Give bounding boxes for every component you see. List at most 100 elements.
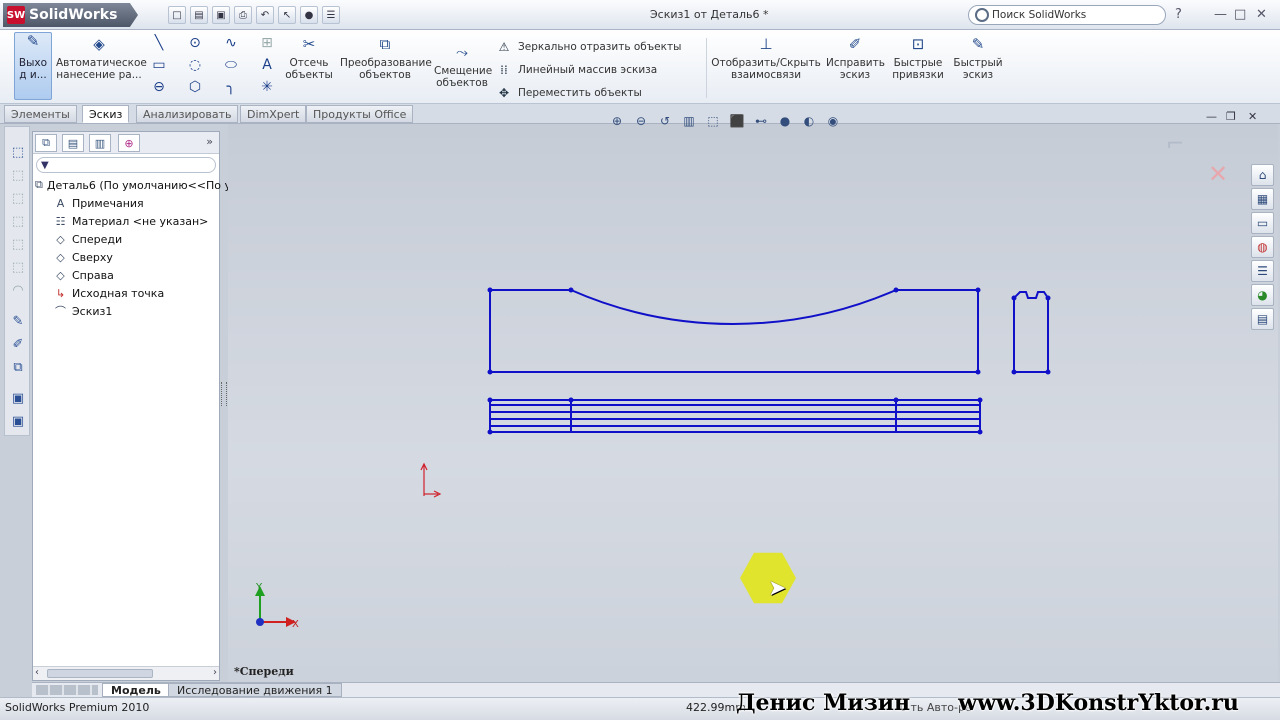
appearances-icon[interactable]: ◕ [1251,284,1274,306]
tab-motion-study[interactable]: Исследование движения 1 [168,683,342,697]
options-icon[interactable]: ☰ [322,6,340,24]
configuration-tab-icon[interactable]: ▥ [89,134,111,152]
sketch-tool-icon[interactable]: ✎ [9,312,27,330]
tab-dimxpert[interactable]: DimXpert [240,105,307,123]
repair-sketch-button[interactable]: ✐ Исправить эскиз [826,32,885,82]
tree-filter-input[interactable]: ▼ [36,157,216,173]
search-results-icon[interactable]: ◍ [1251,236,1274,258]
dimxpert-tab-icon[interactable]: ⊕ [118,134,140,152]
front-view-icon[interactable]: ⬚ [9,166,27,184]
move-entities-button[interactable]: ✥ Переместить объекты [496,81,681,104]
feature-tool-icon[interactable]: ⧉ [9,358,27,376]
viewport-minimize-icon[interactable]: — [1206,110,1217,123]
tree-item-top-plane[interactable]: ◇ Сверху [33,248,219,266]
normal-view-icon[interactable]: ⬚ [9,258,27,276]
tab-evaluate[interactable]: Анализировать [136,105,239,123]
mirror-button[interactable]: ⚠ Зеркально отразить объекты [496,35,682,58]
tree-root-part[interactable]: ⧉ Деталь6 (По умолчанию<<По у [33,176,231,194]
new-document-icon[interactable]: □ [168,6,186,24]
convert-entities-button[interactable]: ⧉ Преобразование объектов [340,32,432,82]
tree-item-origin[interactable]: ↳ Исходная точка [33,284,219,302]
tree-item-sketch1[interactable]: ⌒ Эскиз1 [33,302,219,320]
solidworks-logo[interactable]: SW SolidWorks [3,3,138,27]
layer-two-icon[interactable]: ▣ [9,412,27,430]
plane-icon: ◇ [56,232,65,246]
tab-model[interactable]: Модель [102,683,170,697]
maximize-window-icon[interactable]: □ [1234,7,1246,22]
resources-home-icon[interactable]: ⌂ [1251,164,1274,186]
design-library-icon[interactable]: ▦ [1251,188,1274,210]
linear-pattern-button[interactable]: ⁞⁞ Линейный массив эскиза [496,58,681,81]
print-icon[interactable]: ⎙ [234,6,252,24]
ellipse-icon[interactable]: ⬭ [222,56,240,74]
tree-item-annotations[interactable]: A Примечания [33,194,219,212]
search-input[interactable]: Поиск SolidWorks [968,5,1166,25]
help-icon[interactable]: ? [1175,7,1182,22]
scroll-left-icon[interactable]: ‹ [35,667,39,678]
quick-snaps-button[interactable]: ⊡ Быстрые привязки [890,32,946,82]
view-palette-icon[interactable]: ☰ [1251,260,1274,282]
part-icon: ⧉ [35,178,43,191]
offset-button[interactable]: ⤳ Смещение объектов [434,40,492,90]
display-relations-button[interactable]: ⊥ Отобразить/Скрыть взаимосвязи [710,32,822,82]
tree-item-right-plane[interactable]: ◇ Справа [33,266,219,284]
select-icon[interactable]: ↖ [278,6,296,24]
save-icon[interactable]: ▣ [212,6,230,24]
rebuild-icon[interactable]: ● [300,6,318,24]
right-view-icon[interactable]: ⬚ [9,212,27,230]
slot-icon[interactable]: ⊖ [150,78,168,96]
trim-button[interactable]: ✂ Отсечь объекты [284,32,334,82]
minimize-window-icon[interactable]: — [1214,7,1227,22]
fillet-icon[interactable]: ╮ [222,78,240,96]
close-window-icon[interactable]: ✕ [1256,7,1267,22]
file-explorer-icon[interactable]: ▭ [1251,212,1274,234]
viewport-close-icon[interactable]: ✕ [1248,110,1257,123]
viewport-restore-icon[interactable]: ❐ [1226,110,1236,123]
tree-item-material[interactable]: ☷ Материал <не указан> [33,212,219,230]
layer-icon[interactable]: ▣ [9,389,27,407]
feature-manager-panel: ⧉ ▤ ▥ ⊕ » ▼ ⧉ Деталь6 (По умолчанию<<По у… [32,131,231,681]
custom-properties-icon[interactable]: ▤ [1251,308,1274,330]
spline-icon[interactable]: ∿ [222,34,240,52]
view-orientation-label: *Спереди [234,665,294,678]
tab-sketch[interactable]: Эскиз [82,105,130,123]
rectangle-icon[interactable]: ▭ [150,56,168,74]
expand-panel-icon[interactable]: » [206,135,213,148]
polygon-icon[interactable]: ⬡ [186,78,204,96]
tree-horizontal-scrollbar[interactable]: ‹ › [33,666,219,680]
smart-dimension-button[interactable]: ◈ Автоматическое нанесение ра... [56,32,147,82]
scroll-right-icon[interactable]: › [213,667,217,678]
top-view-icon[interactable]: ⬚ [9,189,27,207]
line-icon[interactable]: ╲ [150,34,168,52]
graphics-area[interactable]: ⊕ ⊖ ↺ ▥ ⬚ ⬛ ⊷ ● ◐ ◉ — ❐ ✕ ⌐ ✕ Y X ➤ *Спе… [228,110,1278,682]
mouse-pointer-icon: ➤ [768,576,787,601]
watermark-url: www.3DKonstrYktor.ru [958,690,1239,716]
scroll-thumb[interactable] [47,669,153,678]
sketch-profile-main [489,289,979,373]
grid-icon[interactable]: ⊞ [258,34,276,52]
feature-tree-tab-icon[interactable]: ⧉ [35,134,57,152]
tab-navigation-arrows[interactable] [36,685,98,695]
feature-tree: ⧉ Деталь6 (По умолчанию<<По у A Примечания… [33,176,231,320]
linear-pattern-icon: ⁞⁞ [500,62,508,77]
view-cube-icon[interactable]: ⬚ [9,143,27,161]
watermark-author: Денис Мизин [736,690,911,716]
undo-icon[interactable]: ↶ [256,6,274,24]
search-placeholder: Поиск SolidWorks [992,9,1087,21]
dim-view-icon[interactable]: ◠ [9,281,27,299]
arc-icon[interactable]: ◌ [186,56,204,74]
property-manager-tab-icon[interactable]: ▤ [62,134,84,152]
point-icon[interactable]: ✳ [258,78,276,96]
tab-office-products[interactable]: Продукты Office [306,105,414,123]
tree-item-front-plane[interactable]: ◇ Спереди [33,230,219,248]
edit-sketch-icon[interactable]: ✐ [9,335,27,353]
tab-features[interactable]: Элементы [4,105,77,123]
text-icon[interactable]: A [258,56,276,74]
panel-splitter[interactable] [221,382,227,406]
open-folder-icon[interactable]: ▤ [190,6,208,24]
exit-sketch-button[interactable]: ✎ Выхо д и... [14,32,52,100]
circle-icon[interactable]: ⊙ [186,34,204,52]
rapid-sketch-button[interactable]: ✎ Быстрый эскиз [950,32,1006,82]
iso-view-icon[interactable]: ⬚ [9,235,27,253]
relations-icon: ⊥ [759,35,773,53]
